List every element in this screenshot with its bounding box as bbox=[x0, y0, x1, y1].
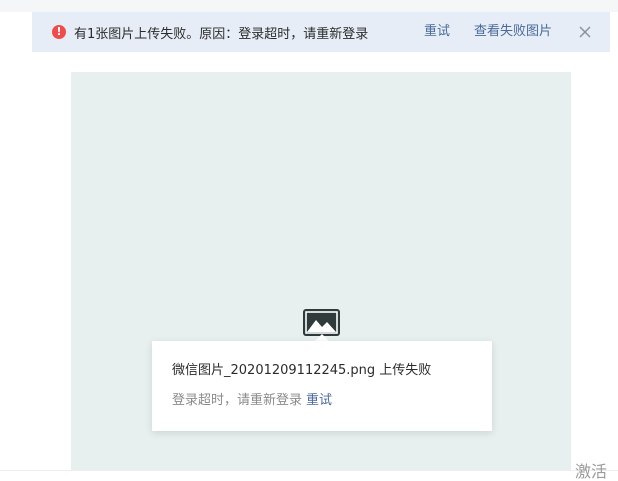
upload-error-alert: ! 有1张图片上传失败。原因：登录超时，请重新登录 重试 查看失败图片 bbox=[32, 12, 610, 52]
bottom-divider bbox=[0, 470, 618, 471]
upload-failed-popover: 微信图片_20201209112245.png 上传失败 登录超时，请重新登录重… bbox=[152, 341, 492, 431]
retry-link[interactable]: 重试 bbox=[424, 12, 450, 52]
failed-file-line: 微信图片_20201209112245.png 上传失败 bbox=[172, 363, 432, 378]
activation-watermark: 激活 bbox=[575, 462, 608, 481]
failure-reason-line: 登录超时，请重新登录 重试 bbox=[172, 391, 492, 411]
alert-message: 有1张图片上传失败。原因：登录超时，请重新登录 bbox=[74, 26, 369, 42]
popover-arrow bbox=[315, 334, 329, 341]
close-icon[interactable] bbox=[578, 25, 592, 39]
failure-reason-text: 登录超时，请重新登录 bbox=[172, 393, 303, 408]
top-strip bbox=[0, 0, 618, 12]
upload-page: ! 有1张图片上传失败。原因：登录超时，请重新登录 重试 查看失败图片 微信图片… bbox=[0, 0, 618, 481]
error-icon: ! bbox=[52, 25, 66, 39]
popover-retry-link[interactable]: 重试 bbox=[306, 393, 332, 408]
image-placeholder-icon bbox=[303, 309, 340, 336]
view-failed-images-link[interactable]: 查看失败图片 bbox=[474, 12, 552, 52]
